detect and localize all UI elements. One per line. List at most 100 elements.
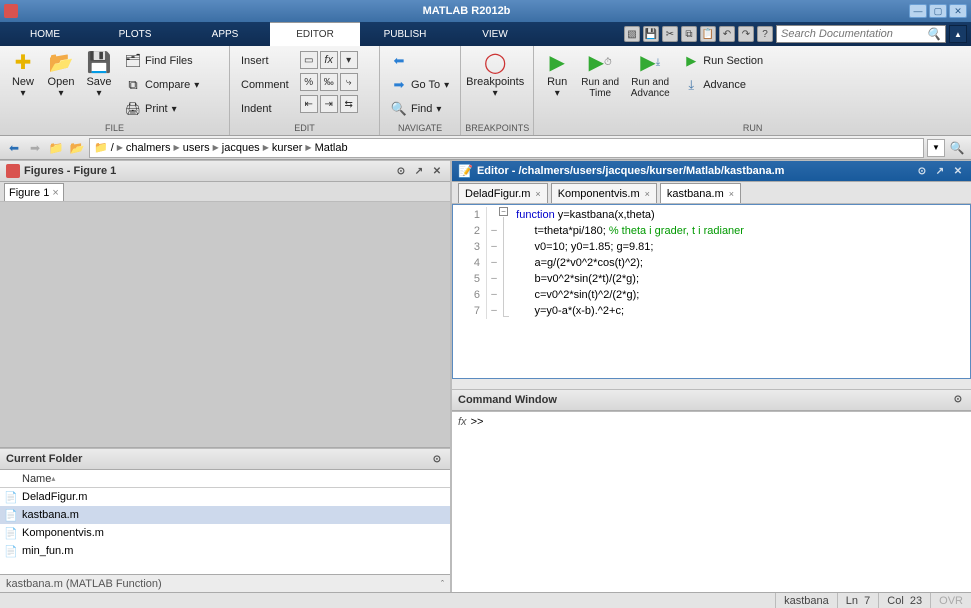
editor-close-icon[interactable]: ✕ bbox=[951, 164, 965, 178]
figure-canvas[interactable] bbox=[0, 202, 450, 448]
open-button[interactable]: 📂Open▾ bbox=[42, 48, 80, 99]
search-input[interactable] bbox=[781, 28, 926, 40]
indent-smart-icon[interactable]: ⇆ bbox=[340, 95, 358, 113]
crumb-4[interactable]: kurser bbox=[272, 142, 303, 154]
file-row[interactable]: 📄Komponentvis.m bbox=[0, 524, 450, 542]
file-row[interactable]: 📄min_fun.m bbox=[0, 542, 450, 560]
new-button[interactable]: ✚New▾ bbox=[4, 48, 42, 99]
run-button[interactable]: ▶Run▾ bbox=[538, 48, 576, 99]
tab-view[interactable]: VIEW bbox=[450, 22, 540, 46]
save-button[interactable]: 💾Save▾ bbox=[80, 48, 118, 99]
current-folder-header[interactable]: Current Folder ⊙ bbox=[0, 448, 450, 470]
crumb-root[interactable]: / bbox=[111, 142, 114, 154]
help-icon[interactable]: ? bbox=[757, 26, 773, 42]
search-docs[interactable]: 🔍 bbox=[776, 25, 946, 43]
file-row[interactable]: 📄kastbana.m bbox=[0, 506, 450, 524]
copy-icon[interactable]: ⧉ bbox=[681, 26, 697, 42]
current-folder-menu-icon[interactable]: ⊙ bbox=[430, 452, 444, 466]
nav-forward-icon[interactable]: ➡ bbox=[26, 139, 44, 157]
goto-button[interactable]: ➡Go To ▾ bbox=[387, 74, 453, 96]
folder-up-icon[interactable]: 📁 bbox=[47, 139, 65, 157]
breadcrumb[interactable]: 📁 /▶ chalmers▶ users▶ jacques▶ kurser▶ M… bbox=[89, 138, 924, 158]
paste-icon[interactable]: 📋 bbox=[700, 26, 716, 42]
figures-header[interactable]: Figures - Figure 1 ⊙ ↗ ✕ bbox=[0, 160, 450, 182]
mfile-icon: 📄 bbox=[4, 490, 18, 504]
figures-menu-icon[interactable]: ⊙ bbox=[394, 164, 408, 178]
save-icon[interactable]: 💾 bbox=[643, 26, 659, 42]
tab-plots[interactable]: PLOTS bbox=[90, 22, 180, 46]
qat-button-1[interactable]: ▧ bbox=[624, 26, 640, 42]
insert-section-icon[interactable]: ▭ bbox=[300, 51, 318, 69]
nav-back-icon[interactable]: ⬅ bbox=[5, 139, 23, 157]
minimize-ribbon-button[interactable]: ▲ bbox=[949, 25, 967, 43]
close-button[interactable]: ✕ bbox=[949, 4, 967, 18]
indent-right-icon[interactable]: ⇥ bbox=[320, 95, 338, 113]
comment-wrap-icon[interactable]: ⤷ bbox=[340, 73, 358, 91]
insert-fx-icon[interactable]: fx bbox=[320, 51, 338, 69]
crumb-5[interactable]: Matlab bbox=[315, 142, 348, 154]
details-toggle-icon[interactable]: ˆ bbox=[441, 579, 444, 589]
file-name: DeladFigur.m bbox=[22, 491, 87, 503]
run-section-button[interactable]: ▶Run Section bbox=[679, 50, 767, 72]
insert-button[interactable]: Insert bbox=[237, 50, 293, 72]
advance-icon: ⤓ bbox=[683, 77, 699, 93]
editor-undock-icon[interactable]: ↗ bbox=[933, 164, 947, 178]
comment-add-icon[interactable]: % bbox=[300, 73, 318, 91]
insert-more-icon[interactable]: ▾ bbox=[340, 51, 358, 69]
run-and-advance-button[interactable]: ▶⤓Run and Advance bbox=[624, 48, 676, 99]
cut-icon[interactable]: ✂ bbox=[662, 26, 678, 42]
command-prompt: >> bbox=[471, 416, 484, 589]
figure-tab-1[interactable]: Figure 1× bbox=[4, 183, 64, 201]
folder-browse-icon[interactable]: 📂 bbox=[68, 139, 86, 157]
editor-body[interactable]: − 1234567 –––––– function y=kastbana(x,t… bbox=[452, 204, 971, 379]
nav-back-button[interactable]: ⬅ bbox=[387, 50, 453, 72]
print-button[interactable]: 🖨Print ▾ bbox=[121, 98, 203, 120]
undo-icon[interactable]: ↶ bbox=[719, 26, 735, 42]
search-icon[interactable]: 🔍 bbox=[926, 27, 941, 41]
find-button[interactable]: 🔍Find ▾ bbox=[387, 98, 453, 120]
compare-button[interactable]: ⧉Compare ▾ bbox=[121, 74, 203, 96]
comment-button[interactable]: Comment bbox=[237, 74, 293, 96]
figures-undock-icon[interactable]: ↗ bbox=[412, 164, 426, 178]
editor-icon: 📝 bbox=[458, 164, 473, 178]
command-window-header[interactable]: Command Window ⊙ bbox=[452, 389, 971, 411]
address-bar: ⬅ ➡ 📁 📂 📁 /▶ chalmers▶ users▶ jacques▶ k… bbox=[0, 136, 971, 160]
find-files-button[interactable]: 🗂Find Files bbox=[121, 50, 203, 72]
run-and-time-button[interactable]: ▶⏱Run and Time bbox=[576, 48, 624, 99]
crumb-3[interactable]: jacques bbox=[222, 142, 260, 154]
tab-editor[interactable]: EDITOR bbox=[270, 22, 360, 46]
minimize-button[interactable]: — bbox=[909, 4, 927, 18]
command-window-menu-icon[interactable]: ⊙ bbox=[951, 393, 965, 407]
command-window[interactable]: fx >> bbox=[452, 411, 971, 593]
address-search-icon[interactable]: 🔍 bbox=[948, 139, 966, 157]
fx-icon[interactable]: fx bbox=[458, 416, 467, 589]
address-dropdown[interactable]: ▼ bbox=[927, 139, 945, 157]
figures-close-icon[interactable]: ✕ bbox=[430, 164, 444, 178]
crumb-2[interactable]: users bbox=[183, 142, 210, 154]
editor-tab[interactable]: DeladFigur.m× bbox=[458, 183, 548, 203]
maximize-button[interactable]: ▢ bbox=[929, 4, 947, 18]
tab-close-icon[interactable]: × bbox=[645, 189, 650, 199]
fold-toggle-icon[interactable]: − bbox=[499, 207, 508, 216]
figure-tab-close-icon[interactable]: × bbox=[52, 187, 58, 199]
tab-close-icon[interactable]: × bbox=[729, 189, 734, 199]
editor-tab[interactable]: kastbana.m× bbox=[660, 183, 741, 203]
indent-left-icon[interactable]: ⇤ bbox=[300, 95, 318, 113]
indent-button[interactable]: Indent bbox=[237, 98, 293, 120]
file-row[interactable]: 📄 DeladFigur.m bbox=[0, 488, 450, 506]
tab-close-icon[interactable]: × bbox=[535, 189, 540, 199]
column-header-name[interactable]: Name ▴ bbox=[0, 470, 450, 488]
tab-home[interactable]: HOME bbox=[0, 22, 90, 46]
editor-tab[interactable]: Komponentvis.m× bbox=[551, 183, 657, 203]
advance-button[interactable]: ⤓Advance bbox=[679, 74, 767, 96]
redo-icon[interactable]: ↷ bbox=[738, 26, 754, 42]
tab-publish[interactable]: PUBLISH bbox=[360, 22, 450, 46]
editor-header[interactable]: 📝 Editor - /chalmers/users/jacques/kurse… bbox=[452, 160, 971, 182]
crumb-1[interactable]: chalmers bbox=[126, 142, 171, 154]
tab-apps[interactable]: APPS bbox=[180, 22, 270, 46]
code-area[interactable]: function y=kastbana(x,theta) t=theta*pi/… bbox=[501, 207, 744, 319]
comment-remove-icon[interactable]: ‰ bbox=[320, 73, 338, 91]
editor-menu-icon[interactable]: ⊙ bbox=[915, 164, 929, 178]
breakpoints-button[interactable]: ◯Breakpoints▾ bbox=[465, 48, 525, 99]
figures-title: Figures - Figure 1 bbox=[24, 165, 116, 177]
